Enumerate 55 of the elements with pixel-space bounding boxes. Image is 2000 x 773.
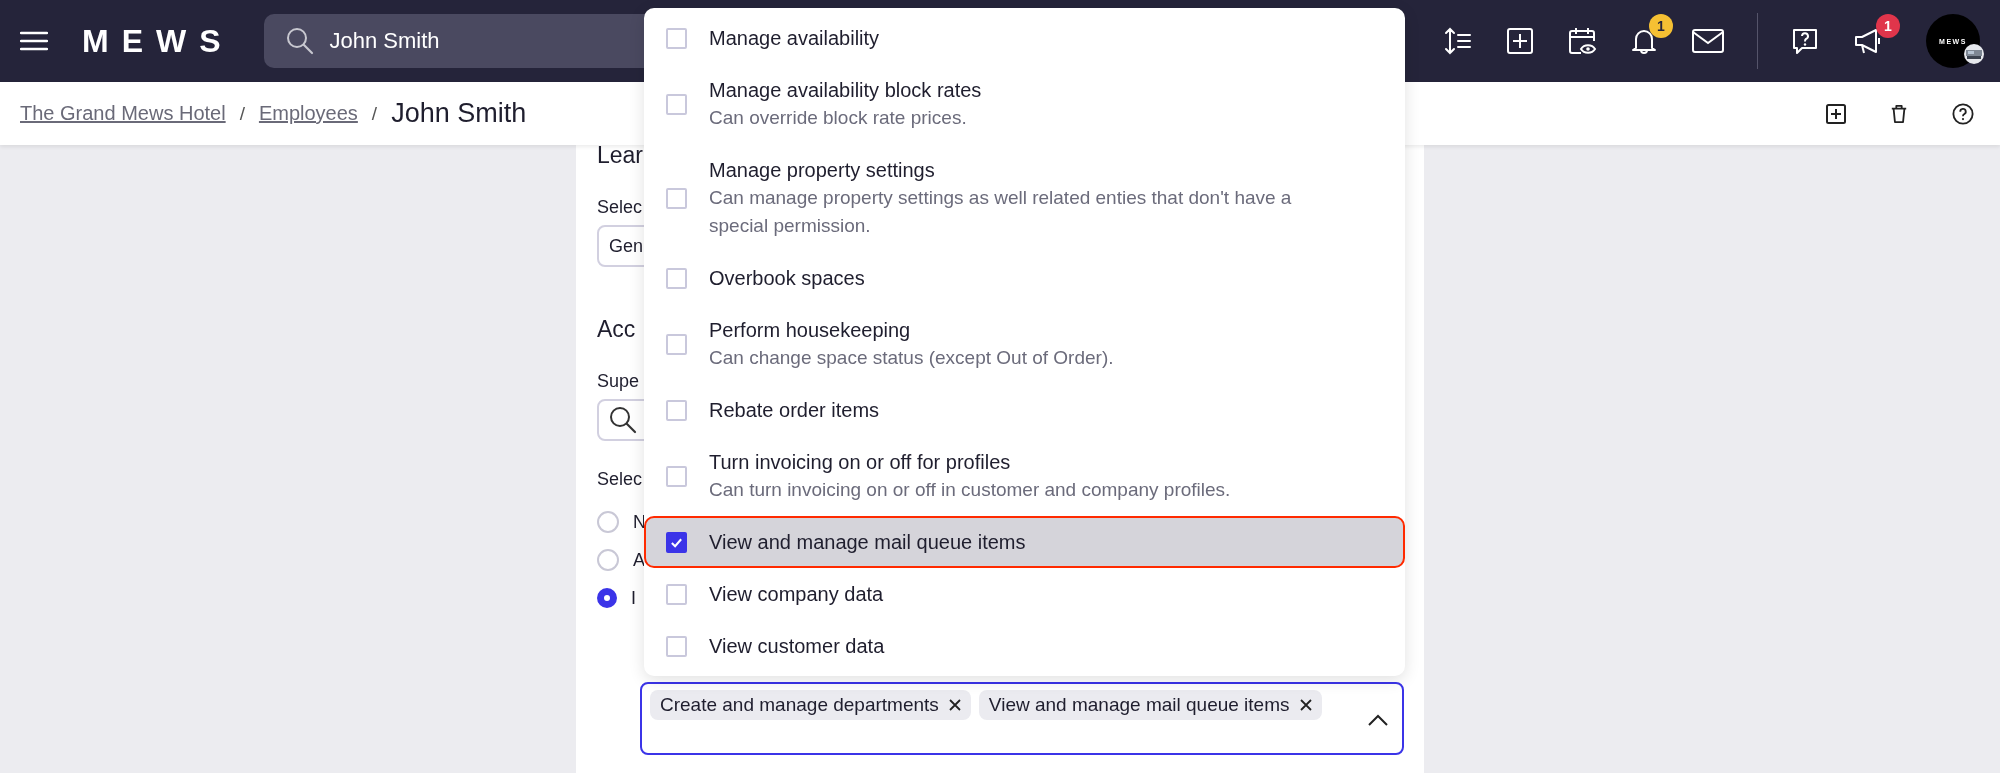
help-icon[interactable] bbox=[1952, 102, 1974, 125]
section-heading: Lear bbox=[597, 141, 644, 169]
logo[interactable]: MEWS bbox=[82, 22, 234, 60]
calendar-eye-icon[interactable] bbox=[1567, 26, 1597, 56]
add-icon[interactable] bbox=[1505, 26, 1535, 56]
line-spacing-icon[interactable] bbox=[1443, 26, 1473, 56]
option-title: Turn invoicing on or off for profiles bbox=[709, 450, 1012, 475]
option[interactable]: Perform housekeeping Can change space status (except Out of Order). bbox=[644, 304, 1405, 384]
option[interactable]: Overbook spaces bbox=[644, 252, 1405, 304]
breadcrumb-link[interactable]: Employees bbox=[258, 102, 358, 125]
menu-icon[interactable] bbox=[20, 31, 48, 51]
option[interactable]: Rebate order items bbox=[644, 384, 1405, 436]
notification-badge: 1 bbox=[1649, 14, 1673, 38]
section-heading: Acc bbox=[597, 315, 636, 343]
help-chat-icon[interactable] bbox=[1790, 26, 1820, 56]
tag-label: Create and manage departments bbox=[660, 694, 939, 716]
option-title: Overbook spaces bbox=[709, 266, 865, 291]
add-icon[interactable] bbox=[1826, 103, 1846, 124]
radio-button[interactable] bbox=[597, 588, 617, 608]
option[interactable]: Manage property settings Can manage property settings as well related enties that don't have a special permission. bbox=[644, 144, 1405, 252]
option-title: Rebate order items bbox=[709, 398, 880, 423]
notification-badge: 1 bbox=[1876, 14, 1900, 38]
field-label: Selec bbox=[597, 468, 643, 491]
option-title: View customer data bbox=[709, 634, 885, 659]
field-label: Supe bbox=[597, 370, 640, 393]
option-title: Manage property settings bbox=[709, 158, 936, 183]
breadcrumb-separator: / bbox=[239, 102, 245, 125]
option-title: View and manage mail queue items bbox=[709, 530, 1026, 555]
radio-label: I bbox=[631, 587, 636, 609]
checkbox[interactable] bbox=[666, 531, 687, 553]
search-icon bbox=[609, 406, 637, 434]
mail-icon[interactable] bbox=[1691, 28, 1725, 54]
option-description: Can override block rate prices. bbox=[709, 106, 968, 130]
option[interactable]: Turn invoicing on or off for profiles Can turn invoicing on or off in customer and company profiles. bbox=[644, 436, 1405, 516]
breadcrumb-link[interactable]: The Grand Mews Hotel bbox=[20, 102, 226, 125]
field-label: Selec bbox=[597, 196, 643, 219]
option-title: Manage availability block rates bbox=[709, 78, 982, 103]
close-icon[interactable] bbox=[948, 699, 961, 711]
close-icon[interactable] bbox=[1299, 699, 1312, 711]
option[interactable]: View customer data bbox=[644, 620, 1405, 672]
option-title: Perform housekeeping bbox=[709, 318, 912, 343]
option-title: View company data bbox=[709, 582, 884, 607]
multi-select-field[interactable]: Create and manage departments View and manage mail queue items bbox=[640, 682, 1404, 755]
trash-icon[interactable] bbox=[1890, 102, 1908, 125]
page-title: John Smith bbox=[391, 98, 527, 129]
radio-label: A bbox=[633, 549, 645, 571]
option-description: Can turn invoicing on or off in customer and company profiles. bbox=[709, 478, 1231, 502]
option[interactable]: View and manage mail queue items bbox=[644, 516, 1405, 568]
search-icon bbox=[285, 27, 314, 55]
tag-label: View and manage mail queue items bbox=[988, 694, 1290, 716]
option[interactable]: View company data bbox=[644, 568, 1405, 620]
option-description: Can manage property settings as well related enties that don't have a special permission. bbox=[709, 186, 1293, 238]
chevron-up-icon[interactable] bbox=[1368, 714, 1388, 726]
breadcrumb-separator: / bbox=[371, 102, 378, 125]
option-description: Can change space status (except Out of Order). bbox=[709, 346, 1114, 370]
